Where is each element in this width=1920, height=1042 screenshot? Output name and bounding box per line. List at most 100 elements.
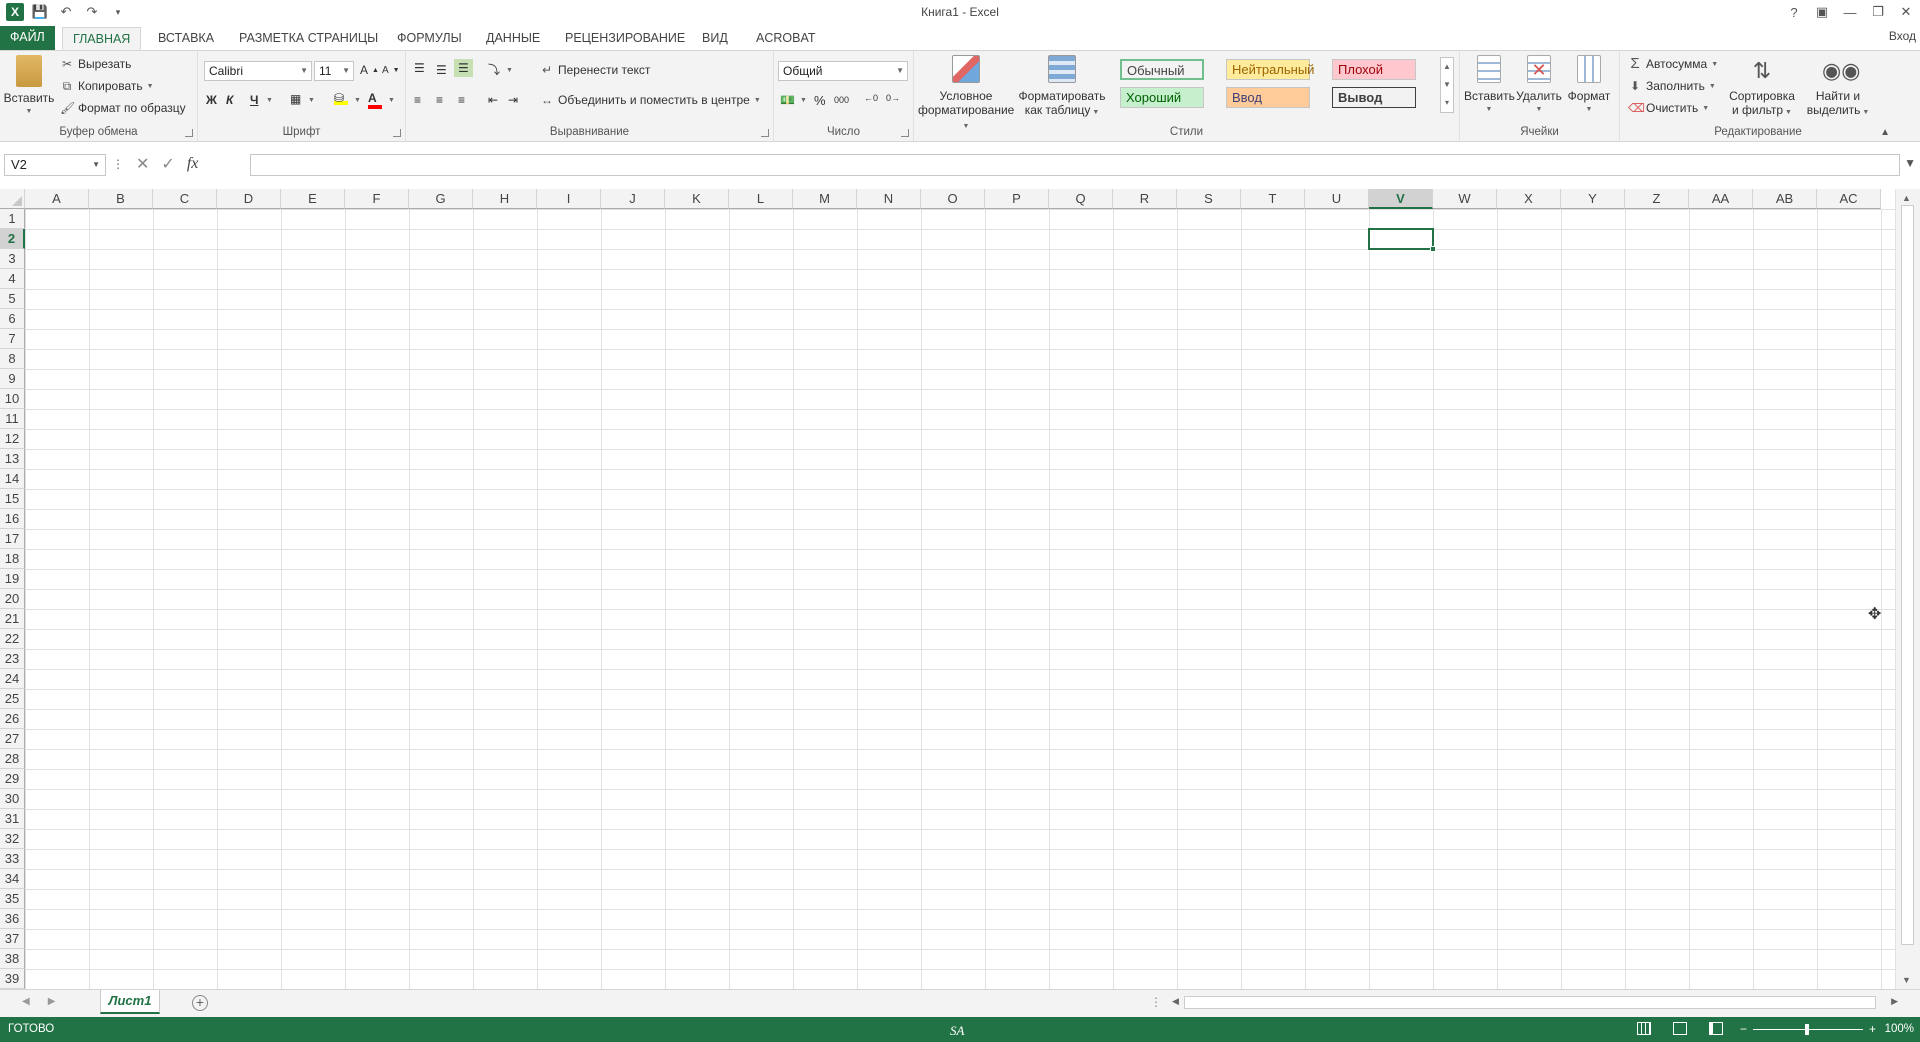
row-header[interactable]: 8 [0, 349, 25, 369]
tab-split-handle[interactable]: ⋮ [1150, 995, 1162, 1009]
bold-button[interactable]: Ж [206, 93, 217, 107]
previous-sheet-icon[interactable]: ◀ [22, 996, 30, 1007]
vertical-scroll-thumb[interactable] [1901, 205, 1914, 945]
row-header[interactable]: 23 [0, 649, 25, 669]
column-header[interactable]: K [665, 189, 729, 209]
row-header[interactable]: 10 [0, 389, 25, 409]
underline-button[interactable]: Ч [250, 93, 258, 107]
align-left-icon[interactable]: ≡ [414, 93, 421, 107]
horizontal-scroll-thumb[interactable] [1184, 996, 1876, 1009]
column-header[interactable]: G [409, 189, 473, 209]
row-header[interactable]: 19 [0, 569, 25, 589]
zoom-slider-knob[interactable] [1805, 1023, 1810, 1035]
ribbon-display-icon[interactable]: ▣ [1808, 0, 1836, 24]
orientation-icon[interactable]: ⤵ [488, 61, 500, 78]
styles-gallery-scroll[interactable]: ▲ ▼ ▾ [1440, 57, 1454, 113]
tab-formulas[interactable]: ФОРМУЛЫ [387, 27, 472, 50]
expand-formula-bar-icon[interactable]: ▼ [1904, 156, 1916, 170]
vertical-scrollbar[interactable]: ▲ ▼ [1895, 189, 1920, 989]
currency-dropdown-icon[interactable]: ▼ [800, 97, 807, 104]
row-header[interactable]: 9 [0, 369, 25, 389]
tab-home[interactable]: ГЛАВНАЯ [62, 27, 142, 50]
help-icon[interactable]: ? [1780, 0, 1808, 24]
font-launcher-icon[interactable] [393, 129, 401, 137]
borders-icon[interactable]: ▦ [290, 92, 301, 106]
chevron-down-icon[interactable]: ▼ [1441, 76, 1453, 94]
row-header[interactable]: 24 [0, 669, 25, 689]
row-header[interactable]: 5 [0, 289, 25, 309]
minimize-icon[interactable]: — [1836, 0, 1864, 24]
column-header[interactable]: T [1241, 189, 1305, 209]
column-header[interactable]: I [537, 189, 601, 209]
sort-filter-button[interactable]: ⇅ Сортировка и фильтр ▼ [1724, 55, 1800, 120]
format-cells-button[interactable]: Формат ▼ [1564, 55, 1614, 117]
page-break-view-icon[interactable] [1709, 1022, 1723, 1035]
insert-function-icon[interactable]: fx [187, 155, 199, 173]
row-header[interactable]: 1 [0, 209, 25, 229]
decrease-indent-icon[interactable]: ⇤ [488, 93, 498, 107]
row-header[interactable]: 27 [0, 729, 25, 749]
row-header[interactable]: 22 [0, 629, 25, 649]
font-color-dropdown-icon[interactable]: ▼ [388, 97, 395, 104]
row-header[interactable]: 7 [0, 329, 25, 349]
wrap-text-button[interactable]: ↵ Перенести текст [540, 63, 650, 77]
row-header[interactable]: 36 [0, 909, 25, 929]
delete-cells-button[interactable]: ✕ Удалить ▼ [1514, 55, 1564, 117]
autosum-button[interactable]: Σ Автосумма ▼ [1628, 56, 1718, 71]
borders-dropdown-icon[interactable]: ▼ [308, 97, 315, 104]
row-header[interactable]: 37 [0, 929, 25, 949]
fill-color-icon[interactable]: ⛁ [334, 91, 348, 105]
column-header[interactable]: V [1369, 189, 1433, 209]
row-header[interactable]: 16 [0, 509, 25, 529]
customize-qat-icon[interactable]: ▾ [108, 2, 128, 22]
tab-page-layout[interactable]: РАЗМЕТКА СТРАНИЦЫ [229, 27, 388, 50]
font-color-icon[interactable]: A [368, 91, 382, 109]
orientation-dropdown-icon[interactable]: ▼ [506, 67, 513, 74]
row-header[interactable]: 18 [0, 549, 25, 569]
row-header[interactable]: 3 [0, 249, 25, 269]
scroll-right-icon[interactable]: ▶ [1891, 996, 1898, 1007]
row-header[interactable]: 11 [0, 409, 25, 429]
paste-button[interactable]: Вставить ▼ [2, 55, 56, 119]
zoom-slider[interactable] [1753, 1023, 1864, 1035]
number-launcher-icon[interactable] [901, 129, 909, 137]
cell-area[interactable]: ✥ [25, 209, 1895, 989]
column-header[interactable]: D [217, 189, 281, 209]
more-options-icon[interactable]: ⋮ [112, 157, 124, 171]
formula-input[interactable] [250, 154, 1900, 176]
font-name-combo[interactable]: Calibri ▼ [204, 61, 312, 81]
fill-handle[interactable] [1430, 246, 1436, 252]
decrease-decimal-icon[interactable]: 0→ [886, 93, 900, 103]
column-header[interactable]: X [1497, 189, 1561, 209]
row-header[interactable]: 4 [0, 269, 25, 289]
fill-color-dropdown-icon[interactable]: ▼ [354, 97, 361, 104]
align-right-icon[interactable]: ≡ [458, 93, 465, 107]
format-as-table-button[interactable]: Форматировать как таблицу ▼ [1014, 55, 1110, 120]
row-header[interactable]: 28 [0, 749, 25, 769]
row-header[interactable]: 30 [0, 789, 25, 809]
style-bad[interactable]: Плохой [1332, 59, 1416, 80]
percent-button[interactable]: % [814, 93, 826, 108]
format-painter-button[interactable]: 🖌 Формат по образцу [60, 101, 186, 115]
close-icon[interactable]: ✕ [1892, 0, 1920, 24]
row-header[interactable]: 21 [0, 609, 25, 629]
style-neutral[interactable]: Нейтральный [1226, 59, 1314, 80]
scroll-left-icon[interactable]: ◀ [1172, 996, 1179, 1007]
column-header[interactable]: A [25, 189, 89, 209]
fill-button[interactable]: ⬇ Заполнить ▼ [1628, 79, 1716, 93]
scroll-down-icon[interactable]: ▼ [1902, 975, 1911, 985]
align-bottom-icon[interactable]: ☰ [454, 59, 473, 77]
thousands-button[interactable]: 000 [834, 95, 849, 105]
column-header[interactable]: L [729, 189, 793, 209]
row-header[interactable]: 32 [0, 829, 25, 849]
undo-icon[interactable]: ↶ [56, 2, 76, 22]
conditional-formatting-button[interactable]: Условное форматирование ▼ [918, 55, 1014, 134]
select-all-button[interactable] [0, 189, 25, 209]
sheet-tab[interactable]: Лист1 [100, 990, 160, 1014]
number-format-combo[interactable]: Общий ▼ [778, 61, 908, 81]
increase-decimal-icon[interactable]: ←0 [864, 93, 878, 103]
scroll-up-icon[interactable]: ▲ [1902, 193, 1911, 203]
align-center-icon[interactable]: ≡ [436, 93, 443, 107]
alignment-launcher-icon[interactable] [761, 129, 769, 137]
insert-cells-button[interactable]: Вставить ▼ [1464, 55, 1515, 117]
